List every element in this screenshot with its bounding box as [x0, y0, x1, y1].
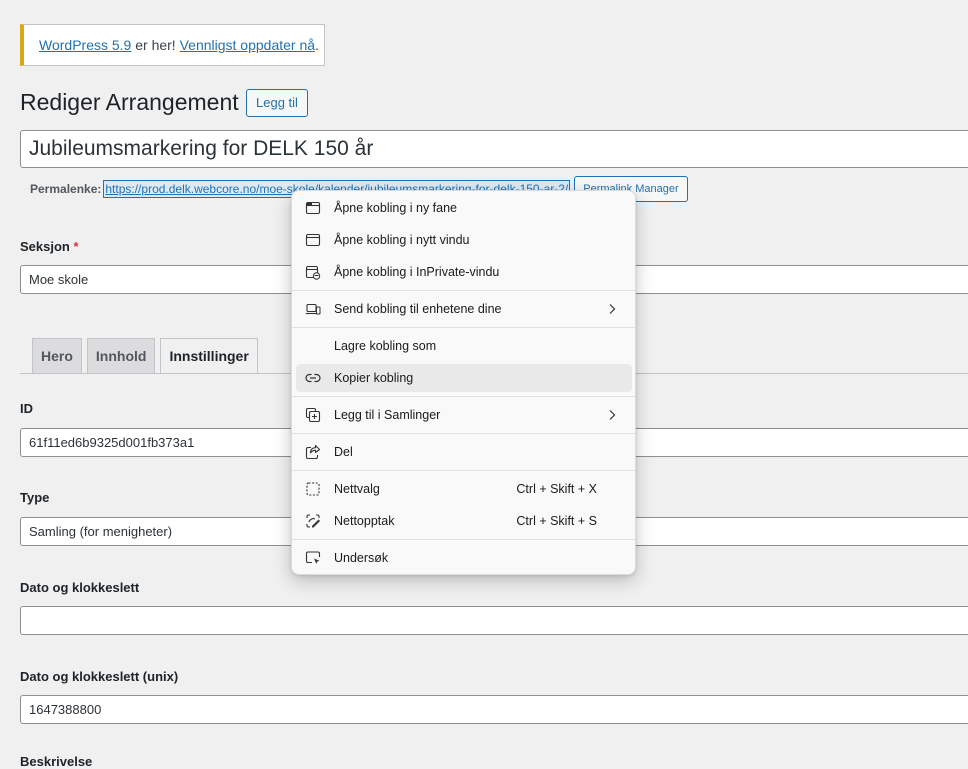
menu-item-save-link-as[interactable]: Lagre kobling som: [296, 332, 632, 360]
chevron-right-icon: [609, 304, 616, 314]
menu-item-web-capture[interactable]: Nettopptak Ctrl + Skift + S: [296, 507, 632, 535]
menu-separator: [292, 470, 635, 471]
date-time-unix-label: Dato og klokkeslett (unix): [20, 669, 179, 684]
tab-innstillinger[interactable]: Innstillinger: [160, 338, 258, 374]
menu-separator: [292, 539, 635, 540]
id-label: ID: [20, 401, 33, 416]
menu-item-web-select[interactable]: Nettvalg Ctrl + Skift + X: [296, 475, 632, 503]
menu-item-label: Legg til i Samlinger: [334, 408, 441, 422]
chevron-right-icon: [609, 410, 616, 420]
new-tab-icon: [305, 201, 321, 215]
seksjon-label-text: Seksjon: [20, 239, 70, 254]
menu-item-inspect[interactable]: Undersøk: [296, 544, 632, 572]
link-icon: [305, 373, 321, 383]
menu-item-add-to-collections[interactable]: Legg til i Samlinger: [296, 401, 632, 429]
menu-item-label: Åpne kobling i InPrivate-vindu: [334, 265, 500, 279]
update-now-link[interactable]: Vennligst oppdater nå: [180, 37, 315, 53]
menu-item-shortcut: Ctrl + Skift + X: [516, 482, 597, 496]
notice-period: .: [315, 37, 319, 53]
menu-item-label: Åpne kobling i ny fane: [334, 201, 458, 215]
menu-item-label: Del: [334, 445, 353, 459]
new-window-icon: [305, 233, 321, 247]
tab-hero[interactable]: Hero: [32, 338, 82, 373]
date-time-input[interactable]: [20, 606, 968, 635]
menu-item-label: Send kobling til enhetene dine: [334, 302, 502, 316]
tab-innhold[interactable]: Innhold: [86, 338, 156, 373]
menu-item-shortcut: Ctrl + Skift + S: [516, 514, 597, 528]
settings-tabs: Hero Innhold Innstillinger: [32, 338, 258, 374]
menu-item-open-new-window[interactable]: Åpne kobling i nytt vindu: [296, 226, 632, 254]
menu-item-label: Lagre kobling som: [334, 339, 437, 353]
seksjon-label: Seksjon *: [20, 239, 79, 254]
context-menu: Åpne kobling i ny fane Åpne kobling i ny…: [291, 190, 636, 575]
menu-item-label: Undersøk: [334, 551, 389, 565]
date-time-label: Dato og klokkeslett: [20, 580, 140, 595]
type-label: Type: [20, 490, 50, 505]
page-title: Rediger Arrangement: [20, 89, 239, 115]
menu-item-label: Kopier kobling: [334, 371, 414, 385]
inspect-icon: [305, 551, 321, 564]
menu-item-label: Nettvalg: [334, 482, 380, 496]
menu-item-label: Åpne kobling i nytt vindu: [334, 233, 470, 247]
add-new-button[interactable]: Legg til: [246, 89, 308, 117]
menu-separator: [292, 290, 635, 291]
menu-separator: [292, 396, 635, 397]
devices-icon: [305, 303, 321, 315]
wordpress-version-link[interactable]: WordPress 5.9: [39, 37, 131, 53]
menu-item-send-to-devices[interactable]: Send kobling til enhetene dine: [296, 295, 632, 323]
collections-icon: [305, 407, 321, 423]
menu-item-copy-link[interactable]: Kopier kobling: [296, 364, 632, 392]
menu-item-open-new-tab[interactable]: Åpne kobling i ny fane: [296, 194, 632, 222]
share-icon: [305, 444, 321, 460]
menu-item-label: Nettopptak: [334, 514, 395, 528]
inprivate-icon: [305, 265, 321, 280]
permalink-label: Permalenke:: [30, 182, 102, 196]
date-time-unix-input[interactable]: 1647388800: [20, 695, 968, 724]
menu-separator: [292, 327, 635, 328]
required-mark: *: [73, 239, 79, 254]
post-title-input[interactable]: Jubileumsmarkering for DELK 150 år: [20, 130, 968, 168]
web-capture-icon: [306, 514, 320, 528]
menu-separator: [292, 433, 635, 434]
menu-item-share[interactable]: Del: [296, 438, 632, 466]
web-select-icon: [306, 482, 320, 496]
notice-text: er her!: [131, 37, 180, 53]
description-label: Beskrivelse: [20, 754, 93, 769]
menu-item-open-inprivate[interactable]: Åpne kobling i InPrivate-vindu: [296, 258, 632, 286]
update-notice: WordPress 5.9 er her! Vennligst oppdater…: [20, 24, 325, 66]
